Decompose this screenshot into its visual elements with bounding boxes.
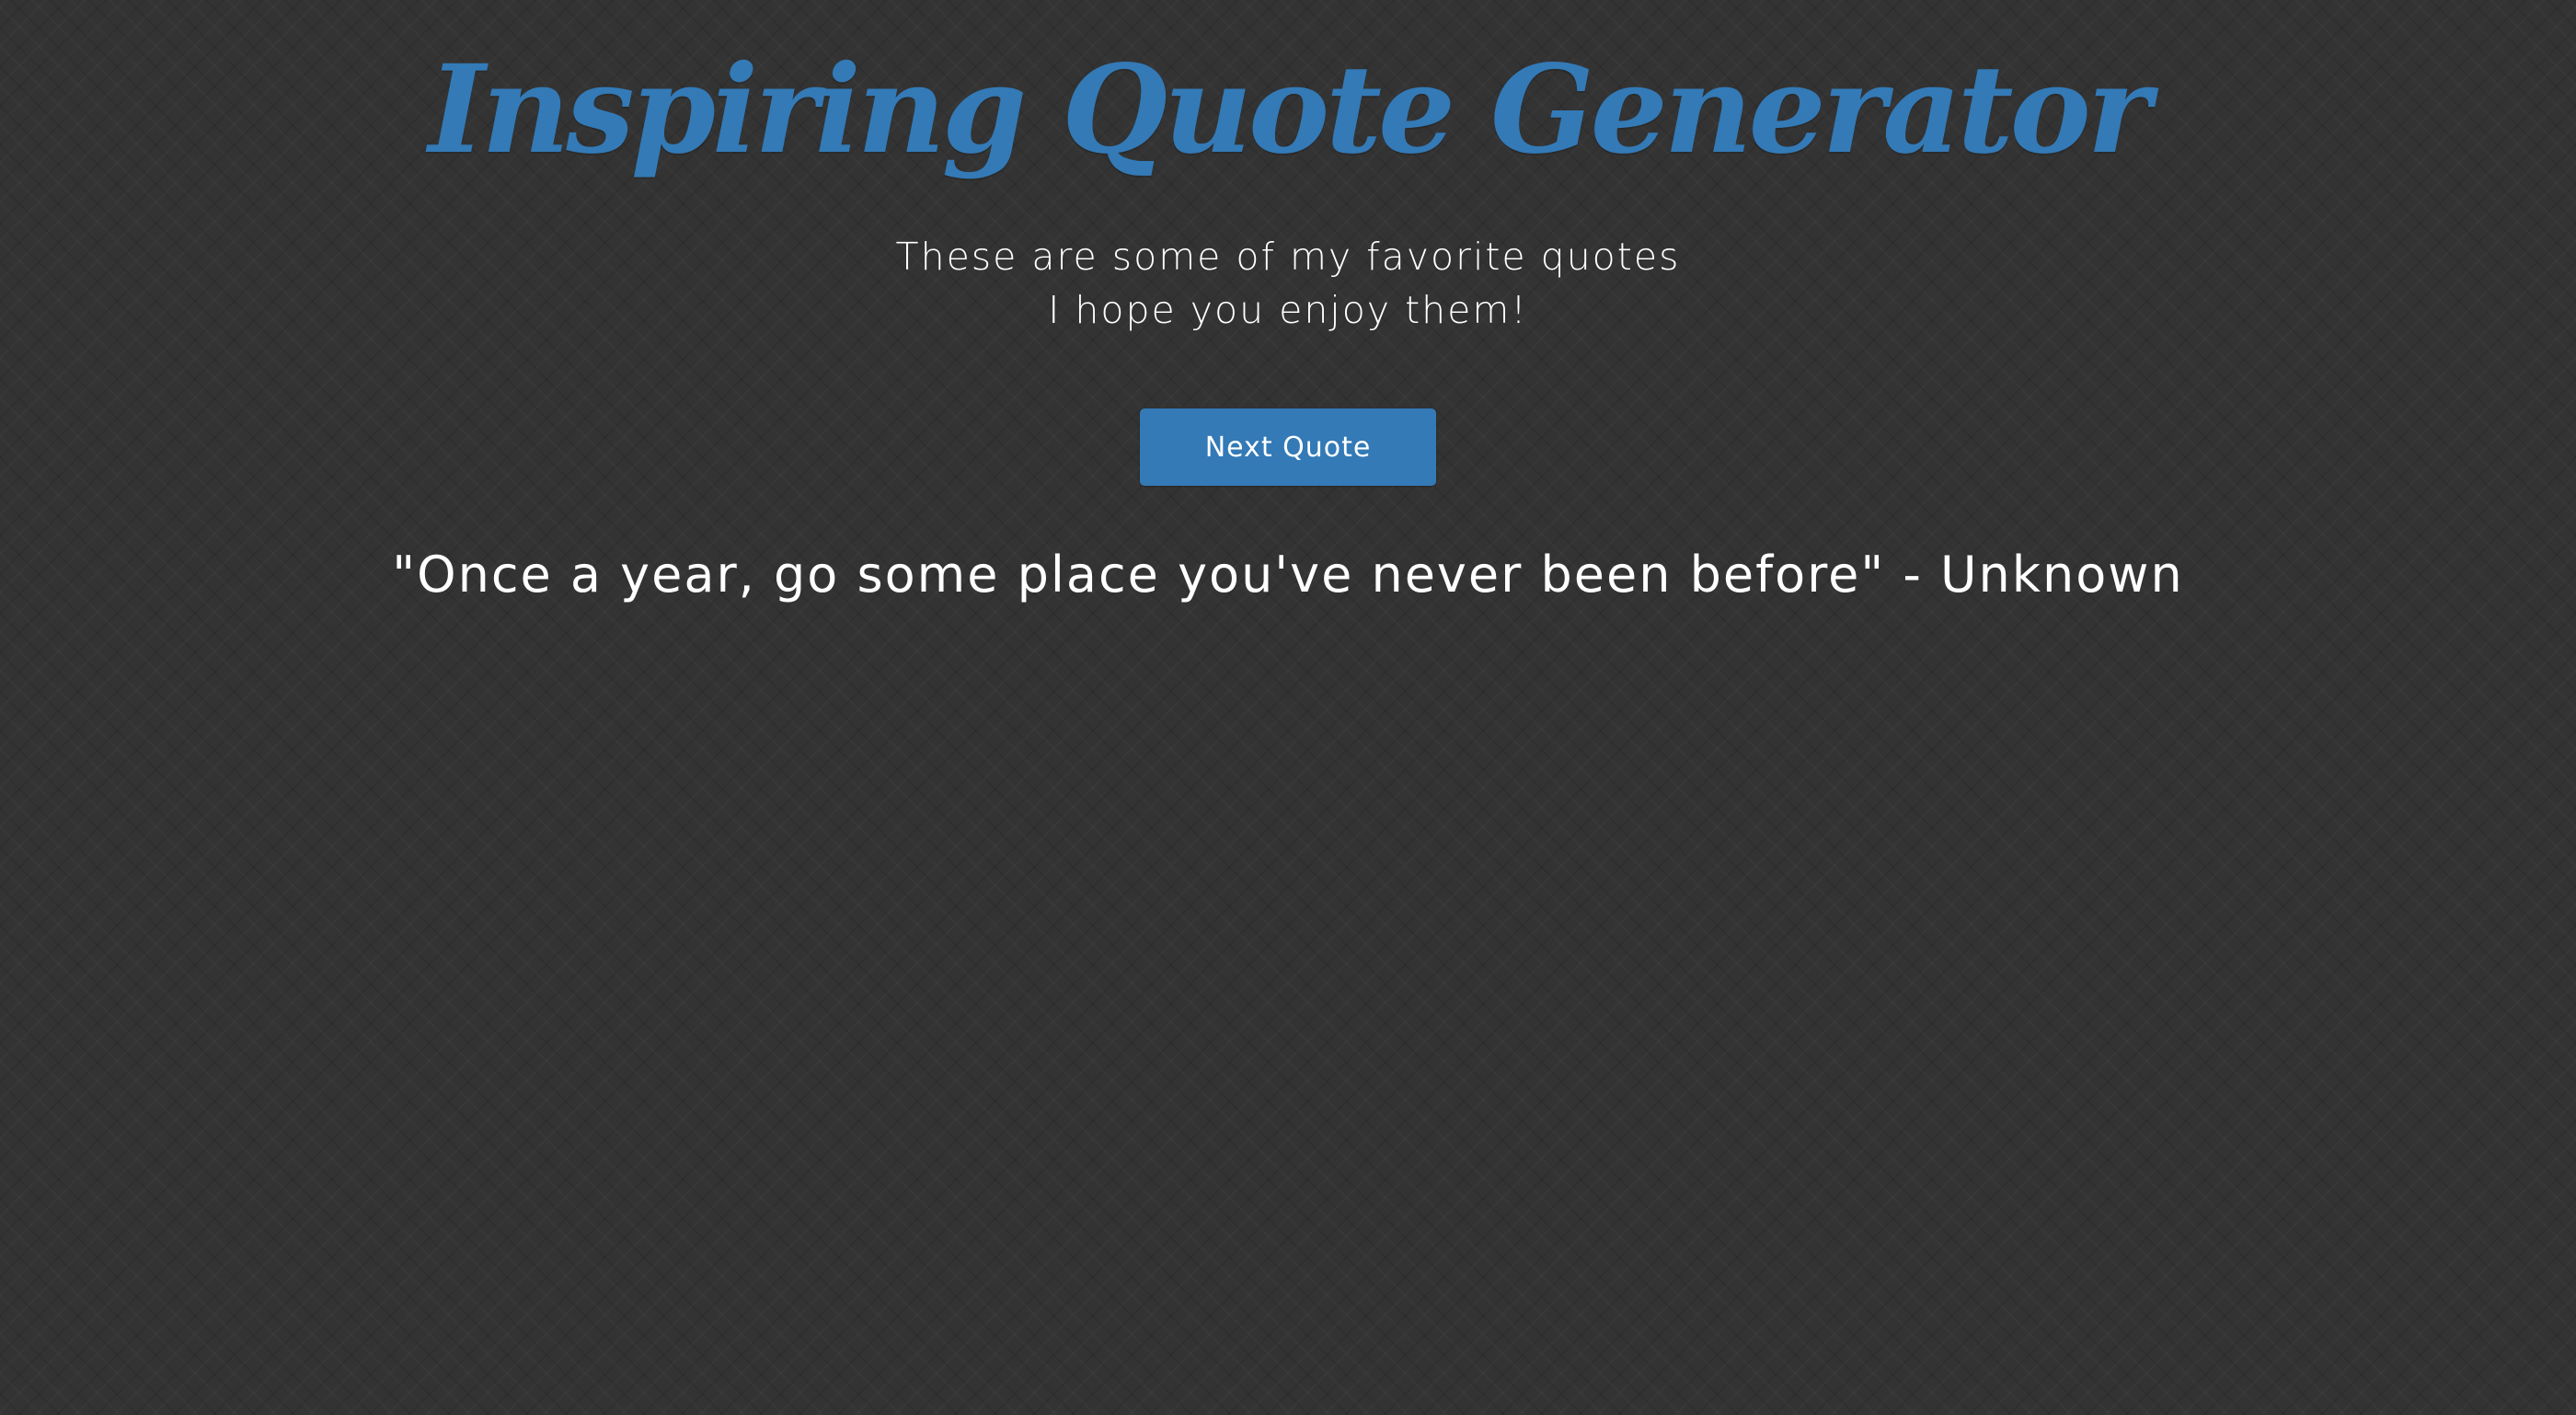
quote-text: "Once a year, go some place you've never…	[392, 546, 2184, 604]
page-title: Inspiring Quote Generator	[428, 39, 2152, 181]
next-quote-button[interactable]: Next Quote	[1140, 408, 1436, 486]
subtitle-line-1: These are some of my favorite quotes	[895, 235, 1681, 279]
subtitle-line-2: I hope you enjoy them!	[1048, 288, 1528, 332]
subtitle: These are some of my favorite quotes I h…	[0, 230, 2576, 337]
page: Inspiring Quote Generator These are some…	[0, 0, 2576, 1415]
